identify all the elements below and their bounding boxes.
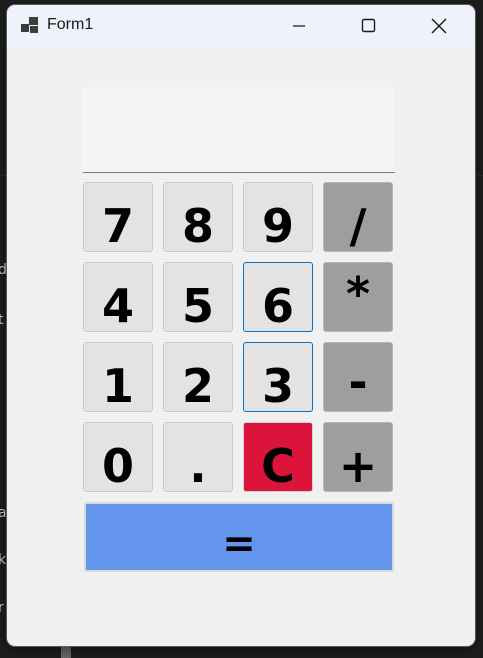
form-window: Form1 7 8 9 / 4 5 6 * 1 2 3 - 0 . C + = — [7, 5, 475, 646]
key-4[interactable]: 4 — [83, 262, 153, 332]
key-label: 0 — [101, 439, 134, 493]
key-0[interactable]: 0 — [83, 422, 153, 492]
key-subtract[interactable]: - — [323, 342, 393, 412]
key-6[interactable]: 6 — [243, 262, 313, 332]
key-label: 9 — [261, 199, 294, 253]
bg-text-fragment: a — [0, 505, 7, 521]
key-add[interactable]: + — [323, 422, 393, 492]
key-clear[interactable]: C — [243, 422, 313, 492]
key-9[interactable]: 9 — [243, 182, 313, 252]
key-label: + — [338, 439, 378, 493]
key-3[interactable]: 3 — [243, 342, 313, 412]
key-equals[interactable]: = — [84, 502, 394, 572]
window-title: Form1 — [47, 16, 94, 33]
key-5[interactable]: 5 — [163, 262, 233, 332]
key-label: 5 — [181, 279, 214, 333]
key-label: . — [189, 439, 207, 493]
key-label: = — [222, 521, 256, 567]
minimize-icon — [293, 25, 305, 27]
key-label: 3 — [261, 359, 294, 413]
key-multiply[interactable]: * — [323, 262, 393, 332]
key-label: * — [345, 267, 371, 321]
title-bar[interactable]: Form1 — [7, 5, 475, 47]
key-label: 6 — [261, 279, 294, 333]
key-label: 1 — [101, 359, 134, 413]
key-label: 7 — [101, 199, 134, 253]
display-textbox[interactable] — [83, 87, 395, 173]
maximize-icon — [361, 18, 376, 33]
windows-form-icon — [21, 17, 39, 35]
key-label: 2 — [181, 359, 214, 413]
key-label: 4 — [101, 279, 134, 333]
key-label: - — [348, 355, 368, 409]
bg-text-fragment: r — [0, 600, 4, 616]
key-7[interactable]: 7 — [83, 182, 153, 252]
key-label: / — [349, 199, 367, 253]
key-8[interactable]: 8 — [163, 182, 233, 252]
key-2[interactable]: 2 — [163, 342, 233, 412]
key-divide[interactable]: / — [323, 182, 393, 252]
key-decimal[interactable]: . — [163, 422, 233, 492]
close-button[interactable] — [411, 5, 467, 47]
key-1[interactable]: 1 — [83, 342, 153, 412]
maximize-button[interactable] — [341, 5, 397, 47]
minimize-button[interactable] — [271, 5, 327, 47]
key-label: C — [261, 439, 295, 493]
bg-text-fragment: d — [0, 262, 7, 278]
bg-text-fragment: t — [0, 312, 4, 328]
key-label: 8 — [181, 199, 214, 253]
bg-text-fragment: k — [0, 552, 7, 568]
close-icon — [431, 18, 447, 34]
